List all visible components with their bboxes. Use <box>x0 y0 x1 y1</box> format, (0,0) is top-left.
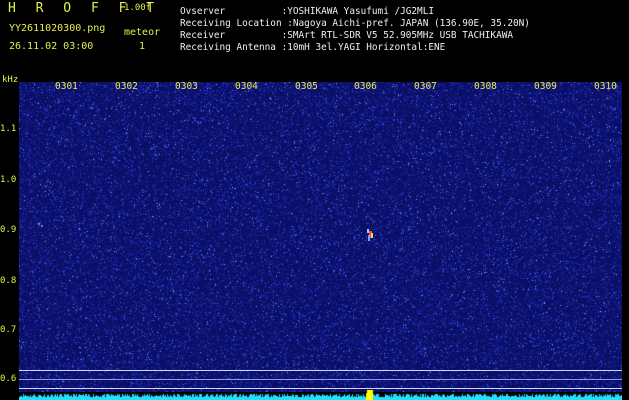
antenna-line: Receiving Antenna :10mH 3el.YAGI Horizon… <box>180 42 446 53</box>
header-panel: H R O F F T 1.00f YY2611020300.png meteo… <box>0 0 629 78</box>
datetime-label: 26.11.02 03:00 <box>9 41 94 52</box>
x-tick: 0308 <box>474 81 497 92</box>
reference-line <box>19 370 622 371</box>
spectrogram-canvas <box>19 82 622 392</box>
x-tick: 0307 <box>414 81 437 92</box>
y-tick: 1.0 <box>0 175 17 185</box>
location-line: Receiving Location :Nagoya Aichi-pref. J… <box>180 18 530 29</box>
reference-line <box>19 379 622 380</box>
y-tick: 0.6 <box>0 374 17 384</box>
version-label: 1.00f <box>124 3 152 13</box>
x-tick: 0309 <box>534 81 557 92</box>
filename-label: YY2611020300.png <box>9 23 106 34</box>
x-tick: 0301 <box>55 81 78 92</box>
x-tick: 0303 <box>175 81 198 92</box>
y-tick: 0.8 <box>0 276 17 286</box>
observer-line: Ovserver :YOSHIKAWA Yasufumi /JG2MLI <box>180 6 434 17</box>
x-tick: 0305 <box>295 81 318 92</box>
reference-line <box>19 388 622 389</box>
y-tick: 0.7 <box>0 325 17 335</box>
x-tick: 0306 <box>354 81 377 92</box>
y-tick: 1.1 <box>0 124 17 134</box>
receiver-line: Receiver :SMArt RTL-SDR V5 52.905MHz USB… <box>180 30 514 41</box>
meteor-echo-marker <box>367 229 373 241</box>
x-tick: 0304 <box>235 81 258 92</box>
x-tick: 0302 <box>115 81 138 92</box>
y-axis: 1.1 1.0 0.9 0.8 0.7 0.6 <box>0 82 19 400</box>
meteor-count: 1 <box>139 41 146 52</box>
y-tick: 0.9 <box>0 225 17 235</box>
meteor-label: meteor <box>124 27 161 38</box>
signal-level-strip <box>19 390 622 400</box>
x-tick: 0310 <box>594 81 617 92</box>
